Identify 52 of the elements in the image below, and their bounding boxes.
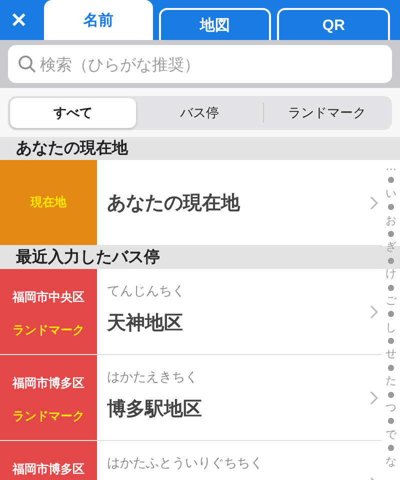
index-letter[interactable]: ●: [388, 388, 394, 402]
reading-label: てんじんちく: [107, 283, 185, 300]
tab[interactable]: QR: [277, 8, 390, 40]
chevron-icon: [370, 196, 378, 210]
chevron-icon: [370, 304, 378, 318]
index-letter[interactable]: な: [386, 454, 396, 468]
index-letter[interactable]: お: [386, 214, 396, 227]
index-letter[interactable]: ●: [388, 254, 394, 268]
reading-label: はかたえきちく: [107, 369, 198, 386]
index-letter[interactable]: た: [386, 374, 396, 388]
place-name: あなたの現在地: [107, 190, 240, 216]
search-icon: [18, 55, 36, 73]
index-letter[interactable]: ●: [388, 173, 394, 187]
section-header: あなたの現在地: [16, 138, 128, 159]
index-letter[interactable]: ●: [388, 200, 394, 214]
area-label: 福岡市中央区: [12, 289, 84, 306]
index-letter[interactable]: せ: [386, 347, 396, 361]
result-row[interactable]: 福岡市博多区 ランドマーク はかたえきちく 博多駅地区: [0, 355, 382, 441]
index-letter[interactable]: け: [386, 267, 396, 281]
index-letter[interactable]: い: [386, 186, 396, 200]
place-name: 博多駅地区: [107, 397, 202, 422]
index-letter[interactable]: で: [386, 428, 396, 442]
index-letter[interactable]: ぎ: [386, 240, 396, 254]
tab[interactable]: 名前: [44, 0, 153, 40]
index-letter[interactable]: つ: [386, 401, 396, 414]
section-header: 最近入力したバス停: [16, 247, 160, 268]
index-letter[interactable]: ●: [388, 226, 394, 240]
close-button[interactable]: ✕: [0, 0, 38, 40]
result-row[interactable]: 福岡市中央区 ランドマーク てんじんちく 天神地区: [0, 269, 382, 355]
area-label: 福岡市博多区: [12, 375, 84, 392]
index-letter[interactable]: ●: [388, 414, 394, 428]
category-label: ランドマーク: [12, 408, 84, 425]
index-letter[interactable]: ご: [386, 294, 396, 308]
index-letter[interactable]: …: [386, 160, 396, 174]
filter-segment[interactable]: ランドマーク: [262, 103, 390, 123]
index-letter[interactable]: ●: [388, 280, 394, 294]
chevron-icon: [370, 390, 378, 404]
index-letter[interactable]: ●: [388, 360, 394, 374]
filter-segment[interactable]: バス停: [136, 98, 263, 128]
search-field[interactable]: 検索（ひらがな推奨）: [8, 45, 392, 83]
tab[interactable]: 地図: [158, 8, 272, 40]
filter-segment[interactable]: すべて: [10, 98, 136, 128]
category-label: 現在地: [30, 194, 66, 211]
result-row[interactable]: 現在地 あなたの現在地: [0, 160, 382, 246]
index-letter[interactable]: ●: [388, 334, 394, 348]
index-letter[interactable]: ●: [388, 307, 394, 321]
place-name: 天神地区: [107, 311, 183, 336]
category-label: ランドマーク: [12, 322, 84, 339]
reading-label: はかたふとういりぐちちく: [107, 455, 263, 472]
index-letter[interactable]: ●: [388, 441, 394, 455]
area-label: 福岡市博多区: [12, 461, 84, 478]
index-letter[interactable]: し: [386, 320, 396, 334]
